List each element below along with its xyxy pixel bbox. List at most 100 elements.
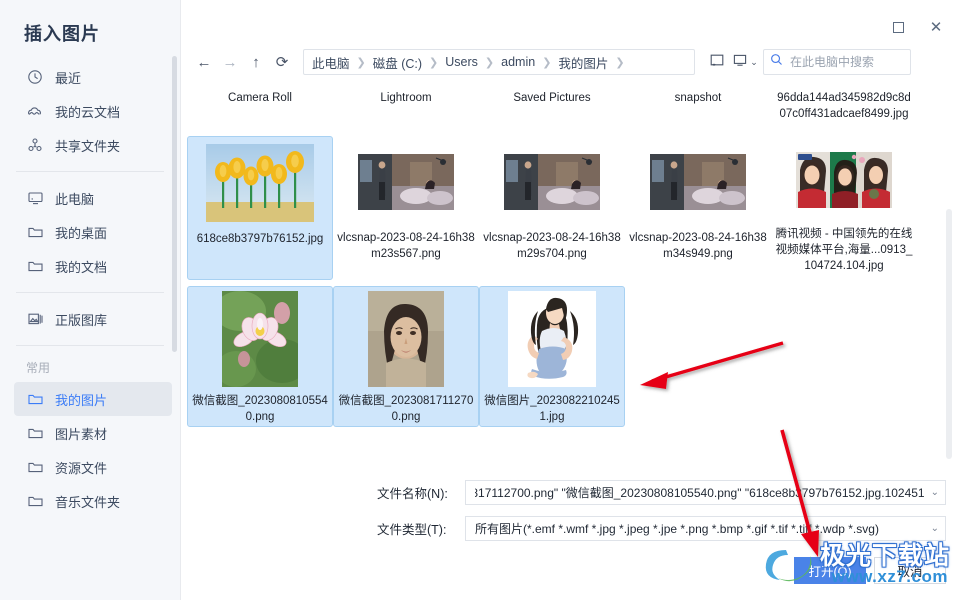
file-item[interactable]: 腾讯视频 - 中国领先的在线视频媒体平台,海量...0913_104724.10… [771,136,917,280]
thumb-tulips [206,144,314,222]
breadcrumb[interactable]: 此电脑 ❯ 磁盘 (C:) ❯ Users ❯ admin ❯ 我的图片 ❯ [303,49,695,75]
maximize-button[interactable] [882,14,914,40]
back-button[interactable]: ← [191,49,217,75]
sidebar-item-cloud-docs[interactable]: 我的云文档 [14,94,172,128]
folder-label: snapshot [674,92,722,104]
folder-icon [26,492,44,510]
folder-item[interactable]: 96dda144ad345982d9c8d07c0ff431adcaef8499… [771,84,917,128]
folder-icon [26,458,44,476]
dialog-form: 文件名称(N): 102451.jpg" "微信截图_2023081711270… [377,480,946,552]
cancel-button[interactable]: 取消 [874,557,946,584]
sidebar: 插入图片 最近 我的云文档 共享文件夹 此电脑 我的桌面 我的文档 正版图库 常… [0,0,181,600]
breadcrumb-item-4[interactable]: 我的图片 [558,53,608,72]
folder-item[interactable]: Saved Pictures [479,84,625,128]
chevron-down-icon[interactable]: ⌄ [931,487,939,498]
main-panel: ✕ ← → ↑ ⟳ 此电脑 ❯ 磁盘 (C:) ❯ Users ❯ admin … [181,0,960,600]
file-label: vlcsnap-2023-08-24-16h38m34s949.png [629,232,767,260]
file-item[interactable]: vlcsnap-2023-08-24-16h38m29s704.png [479,136,625,280]
file-thumbnail [650,140,746,224]
thumb-lotus [222,291,298,387]
sidebar-item-image-library[interactable]: 正版图库 [14,302,172,336]
insert-image-dialog: 插入图片 最近 我的云文档 共享文件夹 此电脑 我的桌面 我的文档 正版图库 常… [0,0,960,600]
file-item[interactable]: vlcsnap-2023-08-24-16h38m23s567.png [333,136,479,280]
filetype-label: 文件类型(T): [377,523,447,537]
file-item[interactable]: 微信截图_20230817112700.png [333,286,479,427]
maximize-icon [892,21,904,33]
view-icon [732,52,748,73]
breadcrumb-item-1[interactable]: 磁盘 (C:) [373,53,422,72]
sidebar-item-shared-folder[interactable]: 共享文件夹 [14,128,172,162]
file-label: 618ce8b3797b76152.jpg [196,233,324,245]
sidebar-item-documents[interactable]: 我的文档 [14,249,172,283]
folder-row: Camera Roll Lightroom Saved Pictures sna… [187,84,954,128]
new-folder-icon [709,52,725,73]
file-item[interactable]: 618ce8b3797b76152.jpg [187,136,333,280]
sidebar-item-label: 图片素材 [55,426,108,442]
folder-item[interactable]: Camera Roll [187,84,333,128]
sidebar-divider [16,292,164,293]
filename-row: 文件名称(N): 102451.jpg" "微信截图_2023081711270… [377,480,946,505]
breadcrumb-item-0[interactable]: 此电脑 [312,53,350,72]
folder-label: Lightroom [380,92,432,104]
new-folder-button[interactable] [705,50,729,74]
sidebar-group-label: 常用 [26,361,51,375]
sidebar-item-label: 正版图库 [55,312,108,328]
file-area-scrollbar[interactable] [946,209,952,459]
back-icon: ← [196,53,212,71]
file-label: vlcsnap-2023-08-24-16h38m29s704.png [483,232,621,260]
sidebar-item-label: 我的图片 [55,392,108,408]
sidebar-item-label: 我的文档 [55,259,108,275]
sidebar-item-picture-assets[interactable]: 图片素材 [14,416,172,450]
search-input[interactable] [788,54,906,70]
monitor-icon [26,189,44,207]
thumb-girls [796,152,892,208]
file-item[interactable]: vlcsnap-2023-08-24-16h38m34s949.png [625,136,771,280]
folder-label: 96dda144ad345982d9c8d07c0ff431adcaef8499… [777,92,911,120]
chevron-right-icon: ❯ [429,56,439,69]
search-box[interactable] [763,49,911,75]
filename-combobox[interactable]: 102451.jpg" "微信截图_20230817112700.png" "微… [465,480,946,505]
sidebar-item-this-pc[interactable]: 此电脑 [14,181,172,215]
sidebar-item-music-folder[interactable]: 音乐文件夹 [14,484,172,518]
breadcrumb-item-3[interactable]: admin [501,55,535,69]
refresh-button[interactable]: ⟳ [269,49,295,75]
sidebar-item-label: 最近 [55,70,82,86]
filename-value[interactable]: 102451.jpg" "微信截图_20230817112700.png" "微… [475,484,925,501]
folder-icon [26,424,44,442]
close-button[interactable]: ✕ [920,14,952,40]
sidebar-item-resource-files[interactable]: 资源文件 [14,450,172,484]
open-button[interactable]: 打开(O) [794,557,866,584]
chevron-down-icon: ⌄ [750,56,758,67]
sidebar-scrollbar[interactable] [172,56,177,352]
folder-item[interactable]: snapshot [625,84,771,128]
filetype-combobox[interactable]: 所有图片(*.emf *.wmf *.jpg *.jpeg *.jpe *.pn… [465,516,946,541]
file-thumbnail [368,291,444,387]
forward-icon: → [222,53,238,71]
search-icon [770,53,783,71]
share-icon [26,136,44,154]
clock-icon [26,68,44,86]
sidebar-item-recent[interactable]: 最近 [14,60,172,94]
sidebar-divider [16,345,164,346]
filetype-value[interactable]: 所有图片(*.emf *.wmf *.jpg *.jpeg *.jpe *.pn… [475,520,925,537]
file-thumbnail [206,141,314,225]
sidebar-item-desktop[interactable]: 我的桌面 [14,215,172,249]
file-item[interactable]: 微信截图_20230808105540.png [187,286,333,427]
view-options-button[interactable]: ⌄ [732,50,758,74]
up-button[interactable]: ↑ [243,49,269,75]
image-library-icon [26,310,44,328]
forward-button[interactable]: → [217,49,243,75]
file-thumbnail [222,291,298,387]
chevron-right-icon: ❯ [542,56,552,69]
folder-icon [26,257,44,275]
folder-item[interactable]: Lightroom [333,84,479,128]
file-item[interactable]: 微信图片_20230822102451.jpg [479,286,625,427]
chevron-right-icon: ❯ [356,56,366,69]
file-thumbnail [504,140,600,224]
thumb-bedroom [504,154,600,210]
cloud-icon [26,102,44,120]
chevron-down-icon[interactable]: ⌄ [931,523,939,534]
close-icon: ✕ [929,19,943,36]
sidebar-item-my-pictures[interactable]: 我的图片 [14,382,172,416]
breadcrumb-item-2[interactable]: Users [445,55,478,69]
